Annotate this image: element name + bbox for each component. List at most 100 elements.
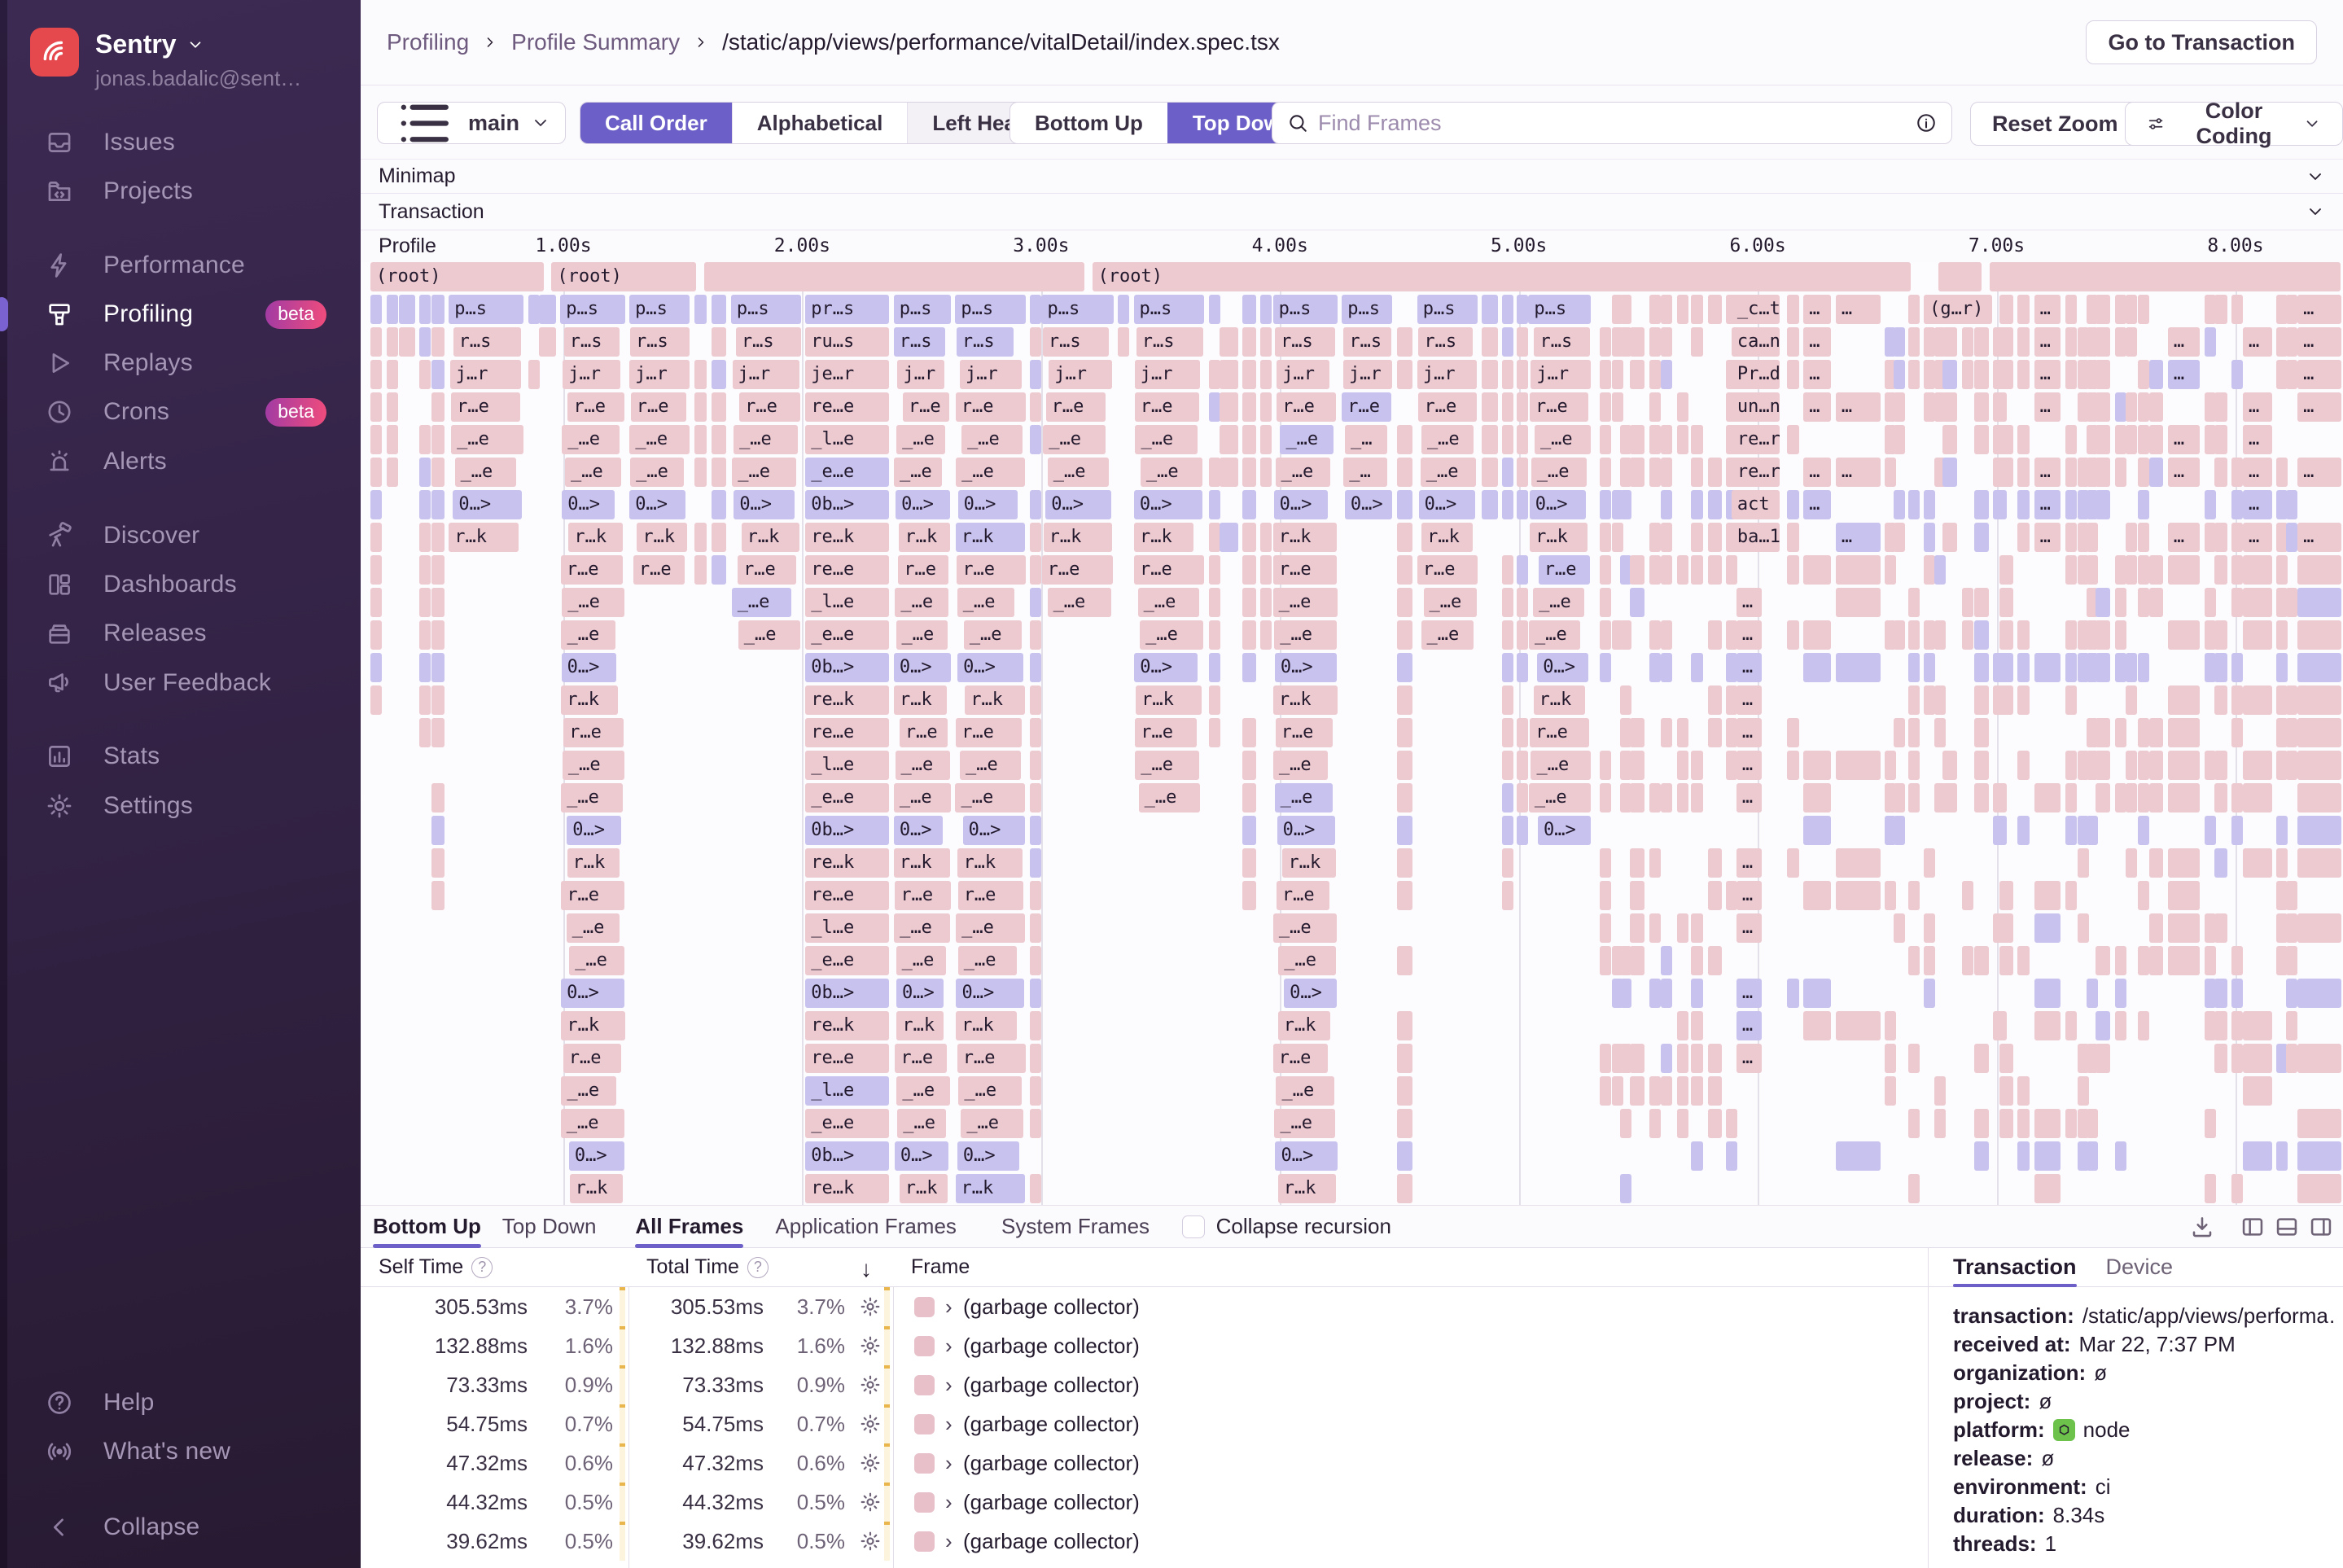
flamegraph-frame[interactable] (431, 620, 445, 650)
flamegraph-frame[interactable] (1803, 620, 1832, 650)
flamegraph-frame[interactable] (431, 718, 445, 747)
flamegraph-frame[interactable]: r…e (902, 392, 950, 422)
flamegraph-frame[interactable] (1942, 523, 1958, 552)
flamegraph-frame[interactable]: re…k (805, 523, 890, 552)
flamegraph-frame[interactable]: … (1736, 783, 1763, 812)
flamegraph-frame[interactable]: _…e (893, 783, 951, 812)
flamegraph-frame[interactable] (1516, 588, 1528, 617)
flamegraph-frame[interactable] (2286, 718, 2298, 747)
self-time-header[interactable]: Self Time? (379, 1248, 493, 1286)
flamegraph-frame[interactable] (1942, 327, 1958, 357)
flamegraph-frame[interactable]: _e…e (805, 620, 890, 650)
chevron-right-icon[interactable]: › (945, 1483, 953, 1522)
flamegraph-frame[interactable] (1676, 718, 1688, 747)
sidebar-item-issues[interactable]: Issues (0, 118, 361, 167)
flamegraph-frame[interactable] (2017, 946, 2030, 975)
flamegraph-frame[interactable] (2095, 588, 2110, 617)
flamegraph-frame[interactable] (2231, 588, 2244, 617)
flamegraph-frame[interactable] (2017, 360, 2030, 389)
flamegraph-frame[interactable] (1612, 523, 1624, 552)
chevron-down-icon[interactable] (2306, 202, 2325, 221)
flamegraph-frame[interactable] (1030, 295, 1042, 324)
flamegraph-frame[interactable]: p…s (629, 295, 690, 324)
flamegraph-frame[interactable] (2137, 523, 2149, 552)
flamegraph-frame[interactable] (1516, 783, 1528, 812)
flamegraph-frame[interactable] (2167, 620, 2201, 650)
flamegraph-frame[interactable] (1482, 490, 1498, 519)
flamegraph-frame[interactable]: r…e (957, 881, 1024, 910)
flamegraph-frame[interactable] (1934, 555, 1946, 585)
flamegraph-frame[interactable] (1502, 392, 1514, 422)
flamegraph-frame[interactable] (2214, 1011, 2227, 1040)
flamegraph-frame[interactable] (1707, 523, 1722, 552)
flamegraph-frame[interactable] (1396, 360, 1413, 389)
flamegraph-frame[interactable]: r…e (895, 1044, 947, 1073)
flamegraph-frame[interactable] (1030, 718, 1042, 747)
flamegraph-frame[interactable] (1885, 751, 1897, 780)
flamegraph-frame[interactable] (1707, 946, 1722, 975)
flamegraph-frame[interactable] (1676, 1044, 1688, 1073)
flamegraph-frame[interactable] (703, 262, 1085, 291)
flamegraph-frame[interactable] (711, 523, 727, 552)
flamegraph-frame[interactable] (1660, 783, 1673, 812)
flamegraph-frame[interactable] (1482, 360, 1498, 389)
flamegraph-frame[interactable]: 0…> (568, 1141, 624, 1171)
flamegraph-frame[interactable] (1516, 751, 1528, 780)
flamegraph-frame[interactable]: 0…> (1537, 653, 1589, 682)
flamegraph-frame[interactable] (1619, 979, 1631, 1008)
flamegraph-frame[interactable]: j…r (1417, 360, 1477, 389)
flamegraph-frame[interactable] (2065, 816, 2077, 845)
flamegraph-frame[interactable]: j…r (960, 360, 1022, 389)
flamegraph-frame[interactable] (386, 327, 398, 357)
flamegraph-frame[interactable] (2286, 1044, 2298, 1073)
flamegraph-frame[interactable] (419, 555, 431, 585)
color-coding-button[interactable]: Color Coding (2125, 99, 2343, 148)
flamegraph-frame[interactable] (694, 425, 707, 454)
flamegraph-frame[interactable] (1242, 360, 1256, 389)
transaction-row[interactable]: Transaction (361, 194, 2343, 230)
flamegraph-frame[interactable]: r…k (561, 1011, 625, 1040)
flamegraph-frame[interactable] (1999, 327, 2013, 357)
flamegraph-frame[interactable] (1649, 425, 1661, 454)
flamegraph-frame[interactable] (1908, 490, 1920, 519)
flamegraph-frame[interactable] (1660, 979, 1673, 1008)
flamegraph-frame[interactable]: 0…> (629, 490, 686, 519)
flamegraph-frame[interactable] (370, 555, 383, 585)
flamegraph-frame[interactable]: j…r (1134, 360, 1200, 389)
flamegraph-frame[interactable]: _…e (1423, 588, 1477, 617)
flamegraph-frame[interactable] (1260, 555, 1272, 585)
flamegraph-frame[interactable] (1707, 1076, 1722, 1106)
tab-top-down[interactable]: Top Down (502, 1206, 597, 1247)
panel-left-icon[interactable] (2240, 1214, 2266, 1240)
flamegraph-frame[interactable]: _…e (894, 458, 943, 487)
flamegraph-frame[interactable] (2148, 458, 2164, 487)
flamegraph-frame[interactable]: _…e (956, 913, 1025, 943)
flamegraph-frame[interactable] (431, 783, 445, 812)
flamegraph-frame[interactable] (1502, 816, 1514, 845)
flamegraph-frame[interactable] (1030, 555, 1042, 585)
flamegraph-frame[interactable] (1803, 653, 1832, 682)
flamegraph-frame[interactable] (1260, 523, 1272, 552)
flamegraph-frame[interactable] (1885, 881, 1897, 910)
flamegraph-frame[interactable] (1482, 392, 1498, 422)
flamegraph-frame[interactable]: re…k (805, 685, 890, 715)
flamegraph-frame[interactable] (2086, 1109, 2098, 1138)
flamegraph-frame[interactable] (1942, 392, 1958, 422)
flamegraph-frame[interactable] (1974, 653, 1989, 682)
flamegraph-frame[interactable]: r…e (957, 1044, 1026, 1073)
flamegraph-frame[interactable] (2095, 327, 2110, 357)
flamegraph-frame[interactable] (2231, 946, 2244, 975)
flamegraph-frame[interactable]: r…e (1272, 555, 1337, 585)
flamegraph-frame[interactable] (1676, 913, 1688, 943)
flamegraph-frame[interactable] (1660, 295, 1673, 324)
flamegraph-frame[interactable]: _…e (1421, 620, 1474, 650)
flamegraph-frame[interactable]: 0…> (1284, 979, 1338, 1008)
flamegraph-frame[interactable]: _e…e (805, 783, 890, 812)
flamegraph-frame[interactable] (2286, 588, 2298, 617)
total-time-header[interactable]: Total Time? (646, 1248, 769, 1286)
flamegraph-frame[interactable] (2297, 685, 2342, 715)
flamegraph-frame[interactable] (2297, 620, 2342, 650)
sidebar-item-what-s-new[interactable]: What's new (0, 1427, 361, 1476)
flamegraph-frame[interactable]: r…e (1272, 1044, 1329, 1073)
flamegraph-frame[interactable] (2017, 751, 2030, 780)
